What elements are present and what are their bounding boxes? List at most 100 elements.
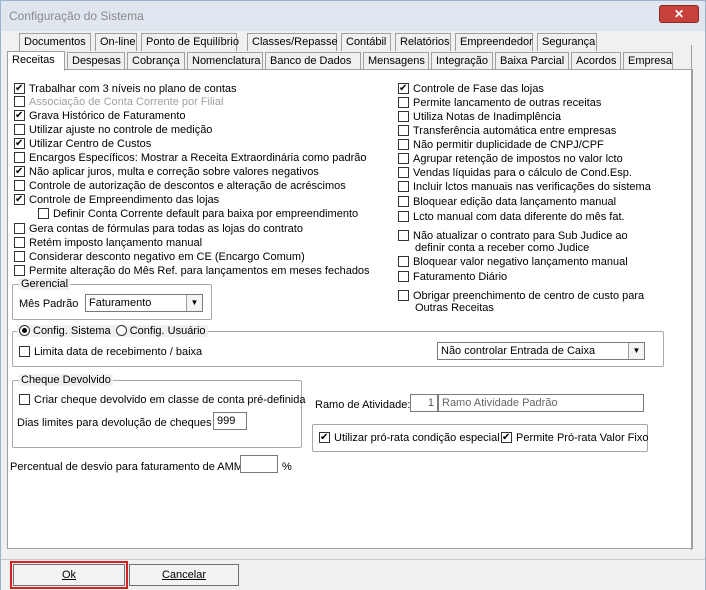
left-option-4[interactable]: Utilizar Centro de Custos (14, 138, 151, 152)
tab-nomenclatura[interactable]: Nomenclatura (187, 52, 263, 70)
right-option-checkbox[interactable] (398, 256, 409, 267)
left-option-checkbox[interactable] (14, 124, 25, 135)
left-option-13[interactable]: Permite alteração do Mês Ref. para lança… (14, 265, 370, 279)
prorata-checkbox[interactable] (319, 432, 330, 443)
left-option-checkbox[interactable] (14, 138, 25, 149)
left-option-6[interactable]: Não aplicar juros, multa e correção sobr… (14, 166, 319, 180)
right-option-checkbox[interactable] (398, 97, 409, 108)
right-option-checkbox[interactable] (398, 125, 409, 136)
prorata-fixo-row[interactable]: Permite Pró-rata Valor Fixo (501, 432, 648, 446)
left-option-checkbox[interactable] (14, 96, 25, 107)
tab-banco-de-dados[interactable]: Banco de Dados (265, 52, 361, 70)
right-option-2[interactable]: Utiliza Notas de Inadimplência (398, 111, 561, 125)
left-option-checkbox[interactable] (38, 208, 49, 219)
right-option-3[interactable]: Transferência automática entre empresas (398, 125, 616, 139)
tab-classes-repasse[interactable]: Classes/Repasse (247, 33, 338, 51)
right-option-8[interactable]: Bloquear edição data lançamento manual (398, 196, 616, 210)
criar-cheque-row[interactable]: Criar cheque devolvido em classe de cont… (19, 394, 306, 408)
right-option-checkbox[interactable] (398, 211, 409, 222)
right-option-label: Permite lancamento de outras receitas (413, 97, 602, 109)
left-option-0[interactable]: Trabalhar com 3 níveis no plano de conta… (14, 83, 237, 97)
left-option-8[interactable]: Controle de Empreendimento das lojas (14, 194, 219, 208)
right-option-label: Utiliza Notas de Inadimplência (413, 111, 561, 123)
right-option-checkbox[interactable] (398, 139, 409, 150)
left-option-11[interactable]: Retém imposto lançamento manual (14, 237, 202, 251)
left-option-5[interactable]: Encargos Específicos: Mostrar a Receita … (14, 152, 367, 166)
ramo-name-input[interactable]: Ramo Atividade Padrão (438, 394, 644, 412)
right-option-checkbox[interactable] (398, 167, 409, 178)
left-option-checkbox[interactable] (14, 223, 25, 234)
tab-mensagens[interactable]: Mensagens (363, 52, 429, 70)
desvio-input[interactable] (240, 455, 278, 473)
tab-cobran-a[interactable]: Cobrança (127, 52, 185, 70)
right-option-1[interactable]: Permite lancamento de outras receitas (398, 97, 601, 111)
left-option-checkbox[interactable] (14, 152, 25, 163)
right-option-5[interactable]: Agrupar retenção de impostos no valor lc… (398, 153, 623, 167)
tab-empreendedor[interactable]: Empreendedor (455, 33, 533, 51)
tab-seguran-a[interactable]: Segurança (537, 33, 597, 51)
entrada-caixa-select[interactable]: Não controlar Entrada de Caixa ▼ (437, 342, 645, 360)
left-option-checkbox[interactable] (14, 251, 25, 262)
right-option-4[interactable]: Não permitir duplicidade de CNPJ/CPF (398, 139, 604, 153)
ok-button[interactable]: Ok (10, 561, 128, 589)
dias-limites-input[interactable]: 999 (213, 412, 247, 430)
right-option-label: Vendas líquidas para o cálculo de Cond.E… (413, 167, 632, 179)
right-option-9[interactable]: Lcto manual com data diferente do mês fa… (398, 211, 625, 225)
criar-cheque-checkbox[interactable] (19, 394, 30, 405)
left-option-1[interactable]: Associação de Conta Corrente por Filial (14, 96, 223, 110)
left-option-12[interactable]: Considerar desconto negativo em CE (Enca… (14, 251, 305, 265)
limita-data-row[interactable]: Limita data de recebimento / baixa (19, 346, 202, 360)
right-option-checkbox[interactable] (398, 111, 409, 122)
left-option-7[interactable]: Controle de autorização de descontos e a… (14, 180, 346, 194)
tab-on-line[interactable]: On-line (95, 33, 137, 51)
right-option-11[interactable]: Bloquear valor negativo lançamento manua… (398, 256, 628, 270)
left-option-3[interactable]: Utilizar ajuste no controle de medição (14, 124, 212, 138)
right-option-7[interactable]: Incluir lctos manuais nas verificações d… (398, 181, 651, 195)
tab-relat-rios[interactable]: Relatórios (395, 33, 451, 51)
vertical-scrollbar[interactable] (691, 45, 699, 550)
tab-acordos[interactable]: Acordos (571, 52, 621, 70)
right-option-checkbox[interactable] (398, 83, 409, 94)
right-option-checkbox[interactable] (398, 153, 409, 164)
left-option-checkbox[interactable] (14, 83, 25, 94)
tab-empresa[interactable]: Empresa (623, 52, 673, 70)
right-option-checkbox[interactable] (398, 230, 409, 241)
mes-padrao-select[interactable]: Faturamento ▼ (85, 294, 203, 312)
right-option-checkbox[interactable] (398, 271, 409, 282)
left-option-2[interactable]: Grava Histórico de Faturamento (14, 110, 186, 124)
limita-data-checkbox[interactable] (19, 346, 30, 357)
left-option-checkbox[interactable] (14, 110, 25, 121)
close-icon[interactable]: ✕ (659, 5, 699, 23)
ramo-code-input[interactable]: 1 (410, 394, 438, 412)
right-option-checkbox[interactable] (398, 290, 409, 301)
right-option-checkbox[interactable] (398, 196, 409, 207)
left-option-checkbox[interactable] (14, 180, 25, 191)
cancel-button[interactable]: Cancelar (129, 564, 239, 586)
tab-documentos[interactable]: Documentos (19, 33, 91, 51)
left-option-label: Associação de Conta Corrente por Filial (29, 96, 224, 108)
right-option-12[interactable]: Faturamento Diário (398, 271, 507, 285)
tab-baixa-parcial[interactable]: Baixa Parcial (495, 52, 569, 70)
left-option-9[interactable]: Definir Conta Corrente default para baix… (38, 208, 358, 222)
prorata-fixo-checkbox[interactable] (501, 432, 512, 443)
prorata-row[interactable]: Utilizar pró-rata condição especial (319, 432, 500, 446)
left-option-checkbox[interactable] (14, 237, 25, 248)
tab-receitas[interactable]: Receitas (7, 51, 65, 71)
config-sistema-radio[interactable] (19, 325, 30, 336)
tab-ponto-de-equil-brio[interactable]: Ponto de Equilíbrio (141, 33, 239, 51)
left-option-label: Encargos Específicos: Mostrar a Receita … (29, 152, 367, 164)
left-option-checkbox[interactable] (14, 265, 25, 276)
left-option-checkbox[interactable] (14, 194, 25, 205)
prorata-label: Utilizar pró-rata condição especial (334, 432, 500, 444)
tab-integra-o[interactable]: Integração (431, 52, 493, 70)
left-option-checkbox[interactable] (14, 166, 25, 177)
right-option-6[interactable]: Vendas líquidas para o cálculo de Cond.E… (398, 167, 632, 181)
tab-cont-bil[interactable]: Contábil (341, 33, 391, 51)
left-option-10[interactable]: Gera contas de fórmulas para todas as lo… (14, 223, 303, 237)
tab-despesas[interactable]: Despesas (67, 52, 125, 70)
right-option-0[interactable]: Controle de Fase das lojas (398, 83, 544, 97)
right-option-checkbox[interactable] (398, 181, 409, 192)
config-usuario-radio[interactable] (115, 325, 127, 336)
desvio-label: Percentual de desvio para faturamento de… (10, 461, 243, 473)
ok-label: Ok (61, 569, 77, 581)
